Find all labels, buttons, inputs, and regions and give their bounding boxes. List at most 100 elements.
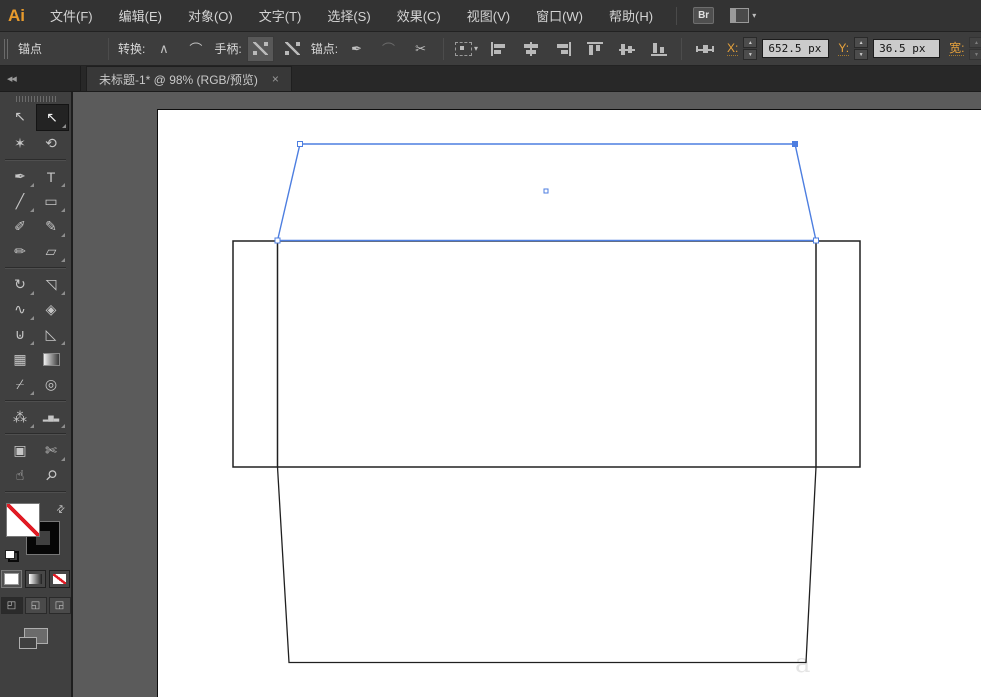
rectangle-tool-icon: ▭ — [44, 193, 58, 209]
stepper-down-icon[interactable]: ▼ — [743, 49, 758, 60]
panel-grip[interactable] — [15, 96, 56, 102]
eraser-tool[interactable]: ▱ — [36, 239, 67, 264]
illustrator-window: Ai 文件(F) 编辑(E) 对象(O) 文字(T) 选择(S) 效果(C) 视图(V) 窗口… — [0, 0, 981, 697]
y-input[interactable] — [873, 39, 941, 58]
lasso-tool[interactable]: ⟲ — [36, 131, 67, 156]
show-handles-button[interactable] — [246, 35, 274, 62]
mesh-tool[interactable]: ▦ — [5, 347, 36, 372]
stepper-down-icon[interactable]: ▼ — [854, 49, 869, 60]
panel-grip[interactable] — [4, 38, 10, 59]
toolbar-separator — [5, 433, 66, 435]
y-stepper[interactable]: ▲ ▼ — [854, 37, 869, 60]
artboard-tool[interactable]: ▣ — [5, 438, 36, 463]
shape-builder-tool[interactable]: ⊍ — [5, 322, 36, 347]
anchor-point[interactable] — [274, 237, 281, 244]
swap-fill-stroke-icon[interactable]: ⇄ — [54, 503, 68, 517]
perspective-grid-tool[interactable]: ◺ — [36, 322, 67, 347]
blend-tool[interactable]: ◎ — [36, 372, 67, 397]
x-input[interactable] — [762, 39, 830, 58]
menu-item-7[interactable]: 视图(V) — [454, 9, 523, 24]
artboard-tool-icon: ▣ — [13, 442, 27, 458]
symbol-sprayer-tool[interactable]: ⁂ — [5, 405, 36, 430]
distribute-center-button[interactable] — [691, 36, 718, 62]
slice-tool[interactable]: ✄ — [36, 438, 67, 463]
align-top-button[interactable] — [581, 36, 608, 62]
x-stepper[interactable]: ▲ ▼ — [743, 37, 758, 60]
type-tool[interactable]: T — [36, 164, 67, 189]
draw-normal-mode-button[interactable]: ◰ — [0, 597, 23, 614]
default-fill-stroke-icon[interactable] — [5, 550, 19, 562]
align-top-icon — [584, 40, 606, 58]
rotate-tool[interactable]: ↻ — [5, 272, 36, 297]
hand-tool[interactable]: ☝ — [5, 463, 36, 488]
tab-close-icon[interactable]: × — [272, 72, 279, 86]
draw-behind-mode-button[interactable]: ◱ — [24, 597, 47, 614]
gradient-tool[interactable] — [36, 347, 67, 372]
magic-wand-tool[interactable]: ✶ — [5, 131, 36, 156]
selection-tool-icon: ↖ — [14, 108, 26, 124]
convert-smooth-icon: ⌒ — [189, 42, 203, 57]
eyedropper-tool[interactable]: ⌿ — [5, 372, 36, 397]
workspace-switcher[interactable]: ▾ — [730, 8, 756, 23]
direct-selection-tool[interactable]: ↖ — [35, 104, 69, 131]
align-right-button[interactable] — [549, 36, 576, 62]
blob-brush-tool[interactable]: ✏ — [5, 239, 36, 264]
rectangle-tool[interactable]: ▭ — [36, 189, 67, 214]
pencil-tool[interactable]: ✎ — [36, 214, 67, 239]
main-area: ↖ ↖ ✶ ⟲ ✒ T ╱ ▭ ✐ ✎ ✏ ▱ ↻ ◹ ∿ ◈ ⊍ ◺ ▦ ⌿ ◎ ⁂ ▂▆▃ ▣ ✄ ☝ ⚲ ⇄ ◰ ◱ ◲ a — [0, 92, 981, 697]
slice-tool-icon: ✄ — [45, 442, 57, 458]
bridge-button[interactable]: Br — [693, 7, 715, 24]
scale-tool[interactable]: ◹ — [36, 272, 67, 297]
hand-tool-icon: ☝ — [15, 467, 25, 483]
paintbrush-tool[interactable]: ✐ — [5, 214, 36, 239]
pen-tool[interactable]: ✒ — [5, 164, 36, 189]
fill-swatch-none[interactable] — [7, 504, 39, 536]
anchor-point[interactable] — [813, 237, 819, 244]
collapse-arrows-icon: ◀◀ — [7, 75, 17, 83]
direct-selection-tool-icon: ↖ — [46, 109, 58, 125]
menu-item-8[interactable]: 窗口(W) — [523, 9, 596, 24]
draw-inside-mode-button[interactable]: ◲ — [48, 597, 71, 614]
hide-handles-button[interactable] — [279, 36, 306, 62]
envelope-bottom-flap-path[interactable] — [276, 466, 817, 664]
menu-item-9[interactable]: 帮助(H) — [596, 9, 666, 24]
free-transform-tool[interactable]: ◈ — [36, 297, 67, 322]
isolate-selected-object-button[interactable]: ▾ — [453, 36, 480, 62]
column-graph-tool[interactable]: ▂▆▃ — [36, 405, 67, 430]
selection-tool[interactable]: ↖ — [5, 104, 36, 129]
align-bottom-button[interactable] — [645, 36, 672, 62]
menu-item-6[interactable]: 效果(C) — [384, 9, 454, 24]
align-left-button[interactable] — [485, 36, 512, 62]
toolbar-collapse-button[interactable]: ◀◀ — [0, 66, 81, 91]
color-button[interactable] — [1, 570, 22, 588]
envelope-body-path[interactable] — [232, 240, 861, 468]
none-button[interactable] — [49, 570, 70, 588]
menu-item-4[interactable]: 文字(T) — [246, 9, 315, 24]
convert-to-smooth-button[interactable]: ⌒ — [182, 36, 209, 62]
align-vertical-center-button[interactable] — [613, 36, 640, 62]
align-horizontal-center-button[interactable] — [517, 36, 544, 62]
gradient-button[interactable] — [25, 570, 46, 588]
width-tool-icon: ∿ — [14, 301, 26, 317]
stepper-down-icon: ▼ — [969, 49, 981, 60]
remove-anchor-button[interactable]: ✒ — [343, 36, 370, 62]
menu-item-1[interactable]: 文件(F) — [37, 9, 106, 24]
cut-path-button[interactable]: ✂ — [407, 36, 434, 62]
anchor-point[interactable] — [297, 141, 303, 147]
zoom-tool[interactable]: ⚲ — [36, 463, 67, 488]
document-tab[interactable]: 未标题-1* @ 98% (RGB/预览) × — [86, 66, 292, 91]
tab-bar: ◀◀ 未标题-1* @ 98% (RGB/预览) × — [0, 66, 981, 92]
width-tool[interactable]: ∿ — [5, 297, 36, 322]
screen-mode-button[interactable] — [18, 628, 48, 649]
convert-to-corner-button[interactable]: ∧ — [150, 36, 177, 62]
canvas-pasteboard[interactable]: a — [73, 92, 981, 697]
menu-item-2[interactable]: 编辑(E) — [106, 9, 175, 24]
anchor-point-selected[interactable] — [792, 141, 798, 147]
menu-item-3[interactable]: 对象(O) — [175, 9, 246, 24]
stepper-up-icon[interactable]: ▲ — [743, 37, 758, 48]
none-icon — [53, 574, 66, 584]
stepper-up-icon[interactable]: ▲ — [854, 37, 869, 48]
toolbar-separator — [5, 491, 66, 493]
line-segment-tool[interactable]: ╱ — [5, 189, 36, 214]
menu-item-5[interactable]: 选择(S) — [314, 9, 383, 24]
